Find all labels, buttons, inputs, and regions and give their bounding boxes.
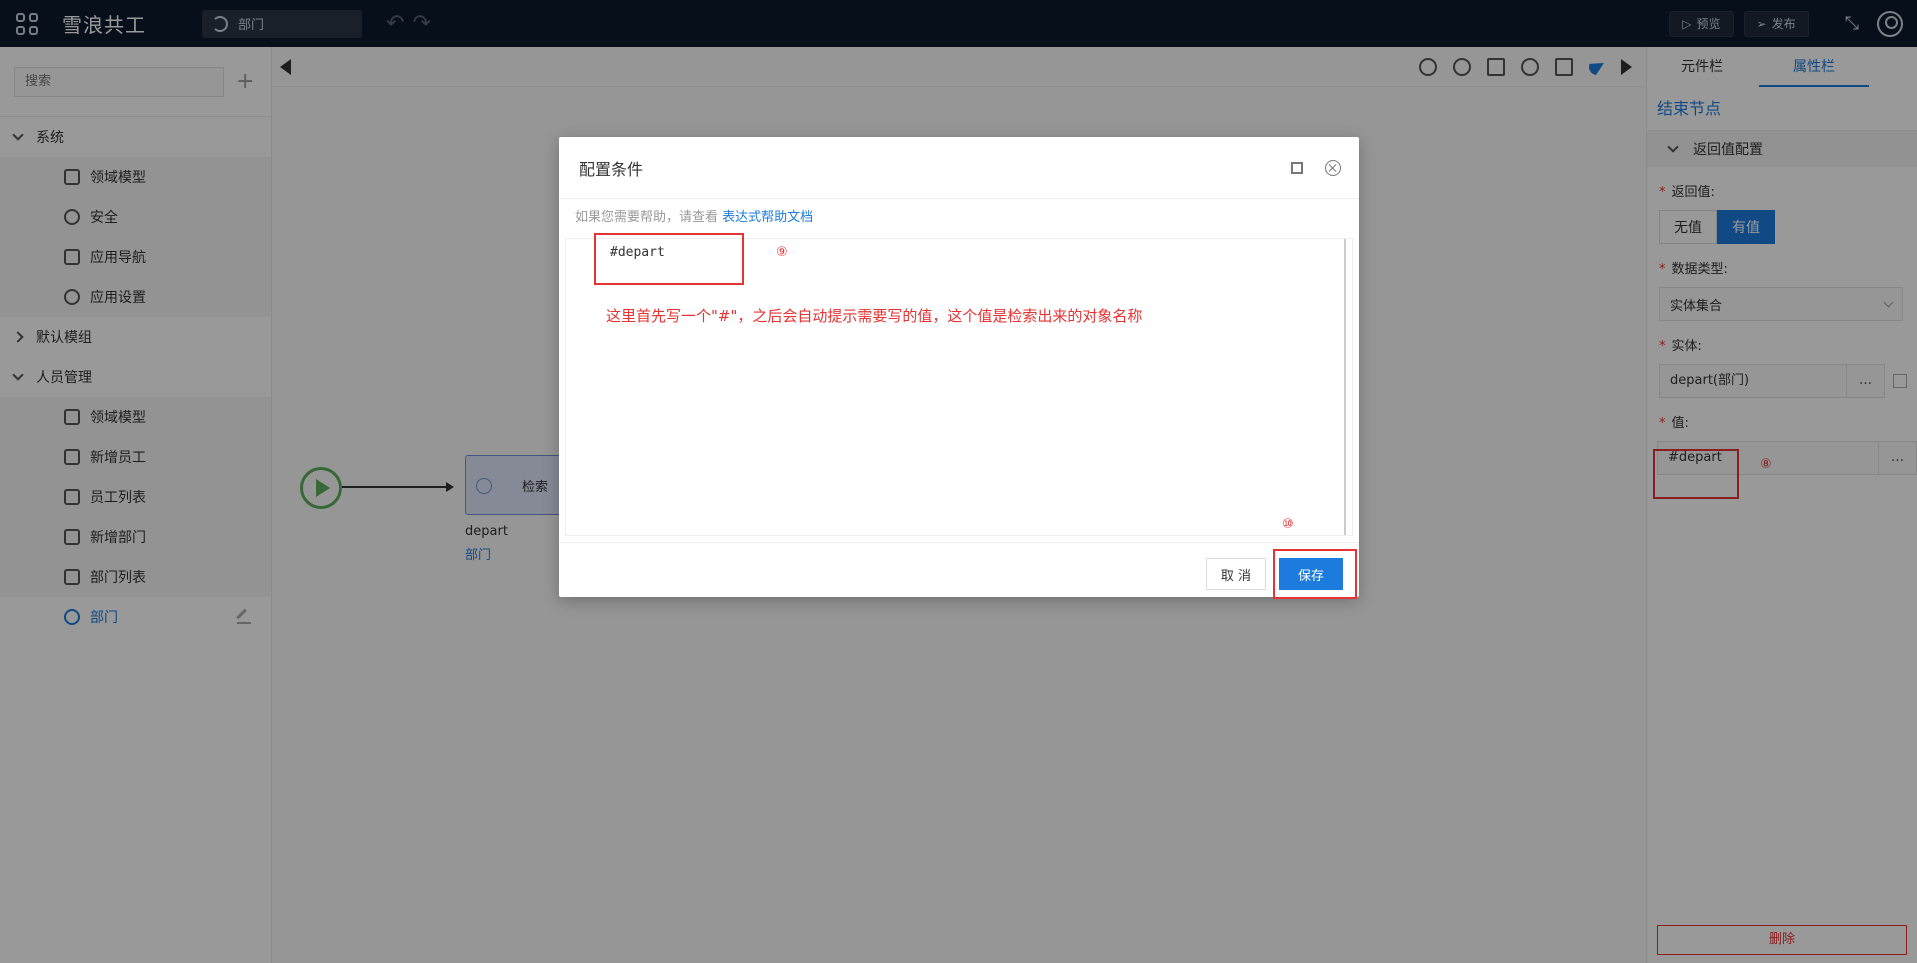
- help-hint: 如果您需要帮助，请查看 表达式帮助文档: [575, 210, 814, 225]
- expression-editor[interactable]: #depart ⑨ 这里首先写一个"#"，之后会自动提示需要写的值，这个值是检索…: [565, 233, 1353, 536]
- cancel-button[interactable]: 取 消: [1206, 558, 1266, 590]
- shrink-icon[interactable]: [1291, 161, 1303, 174]
- editor-scrollbar[interactable]: [1344, 239, 1346, 535]
- close-icon[interactable]: [1325, 159, 1341, 176]
- annotation-box-save: [1273, 549, 1357, 599]
- help-doc-link[interactable]: 表达式帮助文档: [722, 210, 813, 225]
- annotation-9: ⑨: [776, 245, 788, 260]
- dialog-title: 配置条件: [579, 159, 644, 179]
- annotation-10: ⑩: [1282, 517, 1294, 532]
- config-condition-dialog: 配置条件 如果您需要帮助，请查看 表达式帮助文档 #depart ⑨ 这里首先写…: [559, 137, 1359, 599]
- annotation-text: 这里首先写一个"#"，之后会自动提示需要写的值，这个值是检索出来的对象名称: [606, 307, 1143, 325]
- annotation-box-code: [594, 233, 744, 285]
